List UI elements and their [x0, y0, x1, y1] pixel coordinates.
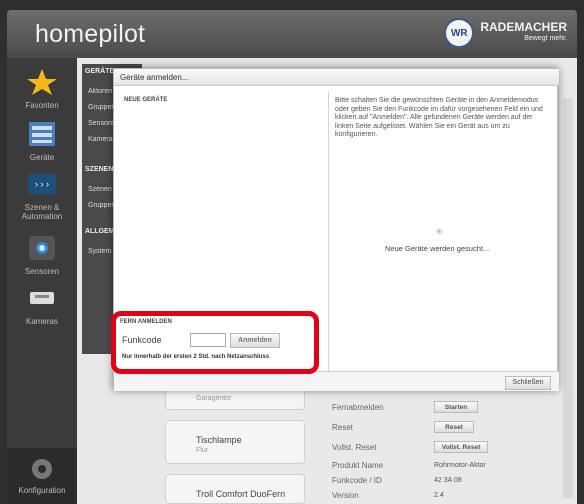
subnav-heading: ALLGEM	[85, 228, 115, 235]
prop-label: Produkt Name	[332, 461, 384, 470]
star-icon	[27, 69, 57, 95]
app-header: homepilot WR RADEMACHER Bewegt mehr.	[7, 10, 577, 58]
sensor-icon	[29, 236, 55, 260]
prop-label: Vollst. Reset	[332, 443, 377, 452]
prop-label: Funkcode / ID	[332, 476, 382, 485]
devices-icon	[29, 122, 55, 146]
info-text: Bitte schalten Sie die gewünschten Gerät…	[335, 97, 543, 138]
svg-text:› › ›: › › ›	[35, 179, 49, 189]
scenes-icon: › › ›	[28, 174, 56, 194]
full-reset-button[interactable]: Vollst. Reset	[434, 441, 488, 453]
sidebar-item-konfiguration[interactable]: Konfiguration	[7, 448, 77, 504]
device-location: Garagentor	[196, 395, 232, 402]
main-sidebar: Favoriten Geräte › › › Szenen & Automati…	[7, 58, 77, 504]
device-card[interactable]: Troll Comfort DuoFern	[165, 474, 305, 504]
dialog-footer: Schließen	[114, 371, 559, 391]
sidebar-label: Geräte	[29, 153, 55, 162]
sidebar-item-kameras[interactable]: Kameras	[7, 284, 77, 326]
device-card[interactable]: Tischlampe Flur	[165, 420, 305, 464]
sidebar-item-geraete[interactable]: Geräte	[7, 120, 77, 162]
subnav-item[interactable]: Gruppen	[88, 104, 115, 111]
info-column: Bitte schalten Sie die gewünschten Gerät…	[328, 91, 552, 371]
dialog-title: Geräte anmelden...	[114, 69, 559, 86]
searching-text: Neue Geräte werden gesucht...	[385, 244, 490, 253]
rademacher-logo-icon: WR	[444, 18, 475, 48]
sidebar-item-favoriten[interactable]: Favoriten	[7, 68, 77, 110]
sidebar-label: Kameras	[25, 317, 58, 326]
prop-value: 2.4	[434, 492, 444, 499]
device-location: Flur	[196, 447, 209, 454]
new-devices-heading: NEUE GERÄTE	[124, 97, 168, 103]
subnav-item[interactable]: System	[88, 248, 111, 255]
subnav-item[interactable]: Szenen	[88, 186, 112, 193]
close-button[interactable]: Schließen	[505, 376, 551, 390]
device-name: Tischlampe	[196, 435, 242, 445]
sidebar-item-sensoren[interactable]: Sensoren	[7, 234, 77, 276]
loading-spinner-icon: ✳	[435, 227, 444, 238]
sidebar-label: Szenen & Automation	[21, 203, 63, 221]
subnav-item[interactable]: Aktoren	[88, 88, 112, 95]
prop-label: Reset	[332, 423, 353, 432]
brand-slogan: Bewegt mehr.	[524, 35, 567, 42]
scrollbar[interactable]	[563, 98, 573, 498]
sidebar-label: Konfiguration	[18, 486, 66, 495]
brand-name: RADEMACHER	[480, 20, 567, 34]
reset-button[interactable]: Reset	[434, 421, 474, 433]
app-name: homepilot	[35, 20, 146, 48]
sidebar-label: Favoriten	[25, 101, 59, 110]
prop-value: 42 3A 08	[434, 477, 462, 484]
subnav-item[interactable]: Gruppen	[88, 202, 115, 209]
sidebar-item-szenen[interactable]: › › › Szenen & Automation	[7, 170, 77, 221]
subnav-heading: SZENEN	[85, 166, 114, 173]
camera-icon	[30, 292, 54, 304]
highlight-annotation	[111, 311, 319, 374]
sidebar-label: Sensoren	[24, 267, 60, 276]
gear-icon	[32, 459, 52, 479]
subnav-heading: GERÄTE	[85, 68, 115, 75]
device-name: Troll Comfort DuoFern	[196, 489, 286, 499]
brand-logo: WR RADEMACHER Bewegt mehr.	[444, 18, 567, 48]
prop-label: Fernabmelden	[332, 403, 384, 412]
prop-value: Rohrmotor-Aktor	[434, 462, 486, 469]
subnav-item[interactable]: Kameras	[88, 136, 116, 143]
prop-label: Version	[332, 491, 359, 500]
app-window: homepilot WR RADEMACHER Bewegt mehr. Favo…	[0, 0, 584, 504]
start-button[interactable]: Starten	[434, 401, 478, 413]
